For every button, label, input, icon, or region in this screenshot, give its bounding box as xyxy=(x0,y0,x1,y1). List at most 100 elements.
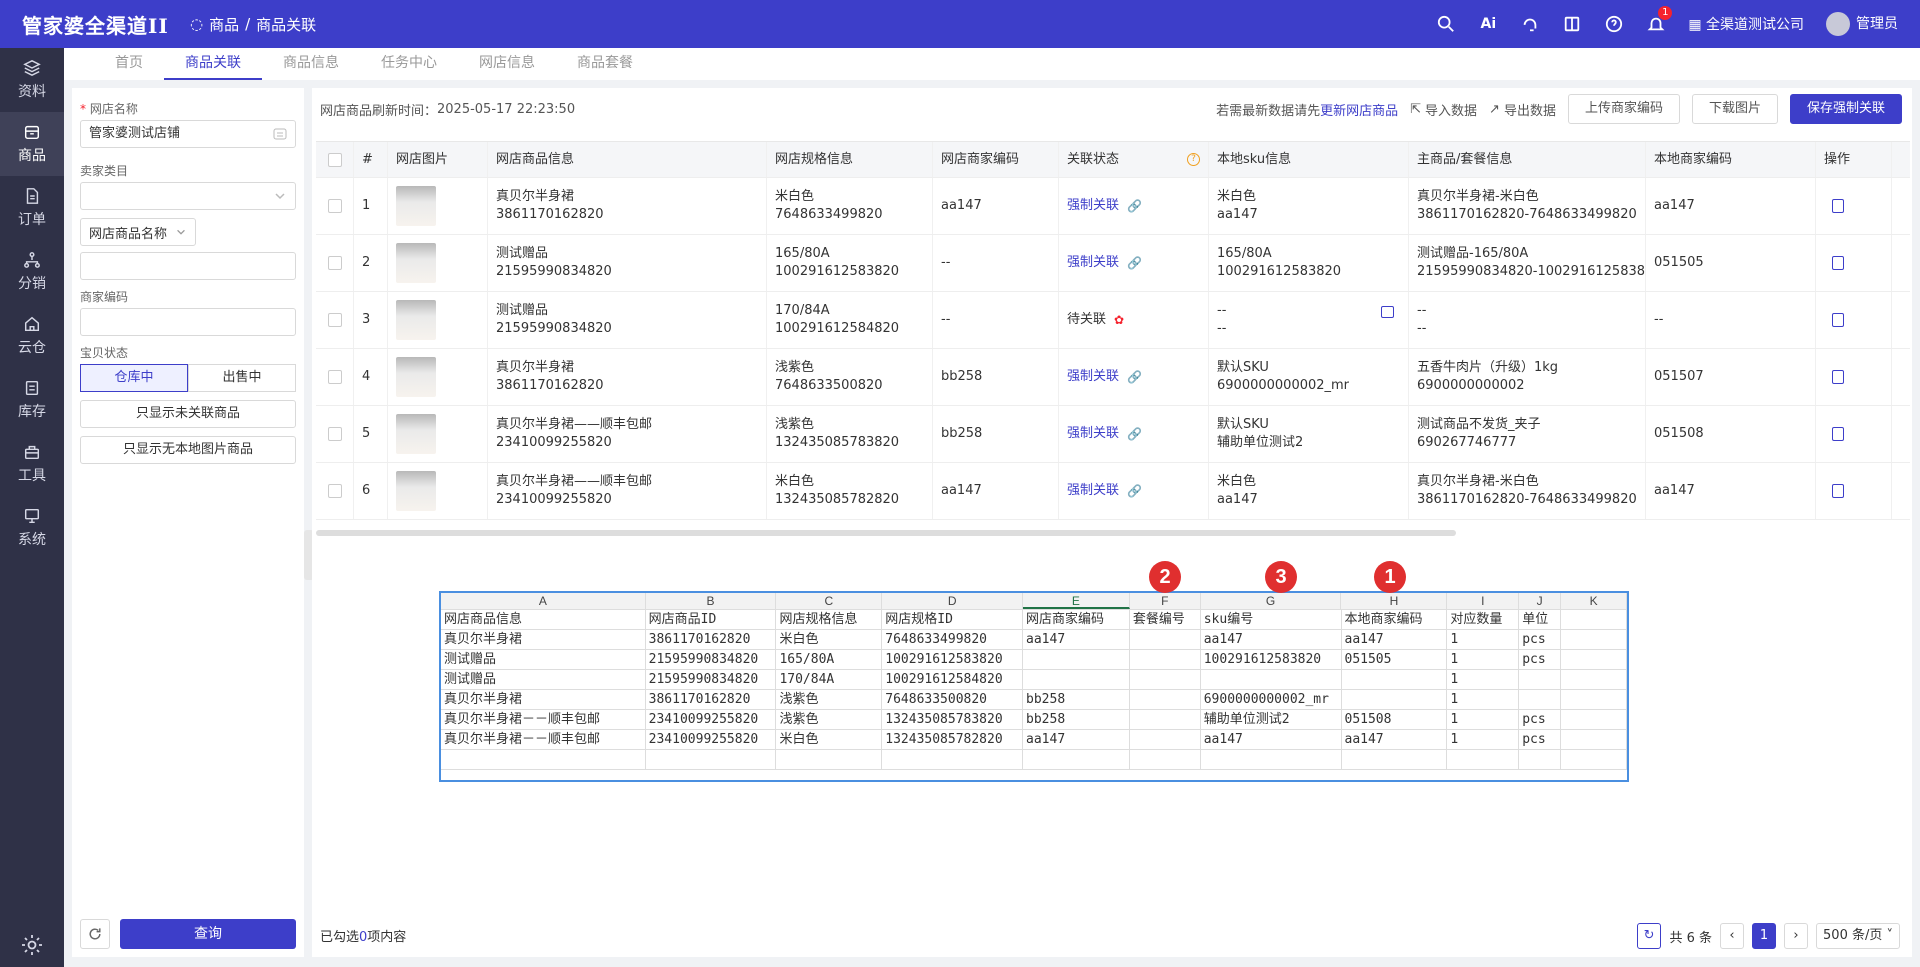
link-status[interactable]: 强制关联 xyxy=(1067,368,1119,386)
unlink-icon[interactable]: ✿ xyxy=(1114,311,1124,329)
ai-icon[interactable]: Ai xyxy=(1478,14,1498,34)
link-status[interactable]: 强制关联 xyxy=(1067,254,1119,272)
sheet-cell[interactable]: 7648633499820 xyxy=(882,630,1024,649)
tab-shop-info[interactable]: 网店信息 xyxy=(458,48,556,80)
sheet-cell[interactable]: 辅助单位测试2 xyxy=(1201,710,1342,729)
search-field-select[interactable]: 网店商品名称 xyxy=(80,218,197,246)
sheet-cell[interactable]: 网店商品信息 xyxy=(441,610,646,629)
sheet-column-letter[interactable]: G xyxy=(1201,593,1342,609)
search-field-input[interactable] xyxy=(80,252,296,280)
sheet-cell[interactable]: 真贝尔半身裙 xyxy=(441,690,646,709)
product-thumbnail[interactable] xyxy=(396,300,436,340)
sheet-cell[interactable]: 165/80A xyxy=(776,650,883,669)
sheet-cell[interactable] xyxy=(1130,670,1201,689)
link-icon[interactable]: 🔗 xyxy=(1127,368,1142,386)
sheet-cell[interactable]: 浅紫色 xyxy=(776,710,883,729)
sheet-cell[interactable]: 真贝尔半身裙－－顺丰包邮 xyxy=(441,710,646,729)
sheet-column-letter[interactable]: E xyxy=(1023,593,1130,609)
only-unlinked-button[interactable]: 只显示未关联商品 xyxy=(80,400,296,428)
sheet-cell[interactable]: bb258 xyxy=(1023,690,1130,709)
link-status[interactable]: 强制关联 xyxy=(1067,197,1119,215)
save-force-link-button[interactable]: 保存强制关联 xyxy=(1789,94,1902,124)
sheet-cell[interactable] xyxy=(1561,610,1628,629)
sheet-cell[interactable]: 100291612583820 xyxy=(1201,650,1342,669)
sheet-cell[interactable]: 21595990834820 xyxy=(646,670,777,689)
sheet-cell[interactable]: 浅紫色 xyxy=(776,690,883,709)
product-thumbnail[interactable] xyxy=(396,186,436,226)
sheet-cell[interactable]: aa147 xyxy=(1023,730,1130,749)
sheet-cell[interactable] xyxy=(1561,710,1628,729)
sheet-cell[interactable]: pcs xyxy=(1519,730,1562,749)
breadcrumb-section[interactable]: 商品 xyxy=(209,14,239,35)
sheet-cell[interactable]: 1 xyxy=(1447,650,1520,669)
help-icon[interactable] xyxy=(1604,14,1624,34)
product-thumbnail[interactable] xyxy=(396,243,436,283)
sidebar-item-inventory[interactable]: 库存 xyxy=(0,368,64,432)
sheet-column-letter[interactable]: A xyxy=(441,593,646,609)
sheet-cell[interactable]: 132435085782820 xyxy=(882,730,1024,749)
sheet-cell[interactable]: 3861170162820 xyxy=(646,630,777,649)
sidebar-item-goods[interactable]: 商品 xyxy=(0,112,64,176)
page-size-select[interactable]: 500 条/页 ˅ xyxy=(1816,923,1900,949)
sheet-cell[interactable]: 网店规格信息 xyxy=(776,610,883,629)
sheet-cell[interactable]: 测试赠品 xyxy=(441,670,646,689)
link-icon[interactable]: 🔗 xyxy=(1127,482,1142,500)
sheet-cell[interactable] xyxy=(1561,650,1628,669)
clipboard-icon[interactable] xyxy=(1832,370,1844,384)
tab-goods-bundle[interactable]: 商品套餐 xyxy=(556,48,654,80)
sheet-cell[interactable] xyxy=(1519,670,1562,689)
clipboard-icon[interactable] xyxy=(1832,199,1844,213)
sheet-cell[interactable] xyxy=(441,750,646,769)
sidebar-item-cloud-warehouse[interactable]: 云仓 xyxy=(0,304,64,368)
row-checkbox[interactable] xyxy=(327,313,342,327)
sheet-cell[interactable] xyxy=(1201,670,1342,689)
sheet-cell[interactable]: 米白色 xyxy=(776,630,883,649)
clipboard-icon[interactable] xyxy=(1832,427,1844,441)
sheet-cell[interactable]: 7648633500820 xyxy=(882,690,1024,709)
sheet-cell[interactable]: 1 xyxy=(1447,670,1520,689)
reset-button[interactable] xyxy=(80,919,110,949)
clipboard-icon[interactable] xyxy=(1832,256,1844,270)
sheet-cell[interactable]: 6900000000002_mr xyxy=(1201,690,1342,709)
sheet-cell[interactable] xyxy=(1023,750,1130,769)
table-row[interactable]: 4 真贝尔半身裙 3861170162820 浅紫色 7648633500820 bb25… xyxy=(316,349,1910,406)
sheet-cell[interactable] xyxy=(1130,730,1201,749)
refresh-list-button[interactable]: ↻ xyxy=(1636,923,1662,949)
page-number[interactable]: 1 xyxy=(1752,923,1777,949)
sheet-cell[interactable]: 1 xyxy=(1447,710,1520,729)
book-icon[interactable] xyxy=(1562,14,1582,34)
row-checkbox[interactable] xyxy=(327,427,342,441)
update-shop-goods-link[interactable]: 更新网店商品 xyxy=(1320,104,1398,119)
seller-category-select[interactable] xyxy=(80,182,296,210)
sheet-cell[interactable]: aa147 xyxy=(1201,730,1342,749)
sheet-cell[interactable] xyxy=(1130,710,1201,729)
sheet-cell[interactable]: 3861170162820 xyxy=(646,690,777,709)
sheet-cell[interactable]: pcs xyxy=(1519,650,1562,669)
sidebar-item-distribution[interactable]: 分销 xyxy=(0,240,64,304)
status-in-stock-button[interactable]: 仓库中 xyxy=(80,364,188,392)
sheet-cell[interactable]: 1 xyxy=(1447,630,1520,649)
sheet-cell[interactable]: 米白色 xyxy=(776,730,883,749)
sheet-cell[interactable] xyxy=(1023,670,1130,689)
sheet-cell[interactable]: 套餐编号 xyxy=(1130,610,1201,629)
sheet-cell[interactable]: bb258 xyxy=(1023,710,1130,729)
sheet-cell[interactable] xyxy=(1130,630,1201,649)
tab-task-center[interactable]: 任务中心 xyxy=(360,48,458,80)
sheet-cell[interactable]: 21595990834820 xyxy=(646,650,777,669)
sheet-cell[interactable] xyxy=(1561,670,1628,689)
company-switcher[interactable]: ▦ 全渠道测试公司 xyxy=(1688,14,1804,34)
sheet-cell[interactable] xyxy=(646,750,777,769)
sheet-cell[interactable]: 100291612583820 xyxy=(882,650,1024,669)
list-icon[interactable] xyxy=(273,127,287,141)
sheet-cell[interactable]: 网店商家编码 xyxy=(1023,610,1130,629)
sheet-column-letter[interactable]: K xyxy=(1561,593,1628,609)
sheet-cell[interactable] xyxy=(1519,750,1562,769)
sheet-cell[interactable] xyxy=(1561,690,1628,709)
link-icon[interactable]: 🔗 xyxy=(1127,254,1142,272)
sheet-column-letter[interactable]: D xyxy=(882,593,1024,609)
prev-page-button[interactable]: ‹ xyxy=(1720,923,1745,949)
download-images-button[interactable]: 下载图片 xyxy=(1691,94,1778,124)
sheet-cell[interactable]: 1 xyxy=(1447,730,1520,749)
upload-merchant-code-button[interactable]: 上传商家编码 xyxy=(1567,94,1680,124)
link-status[interactable]: 强制关联 xyxy=(1067,425,1119,443)
